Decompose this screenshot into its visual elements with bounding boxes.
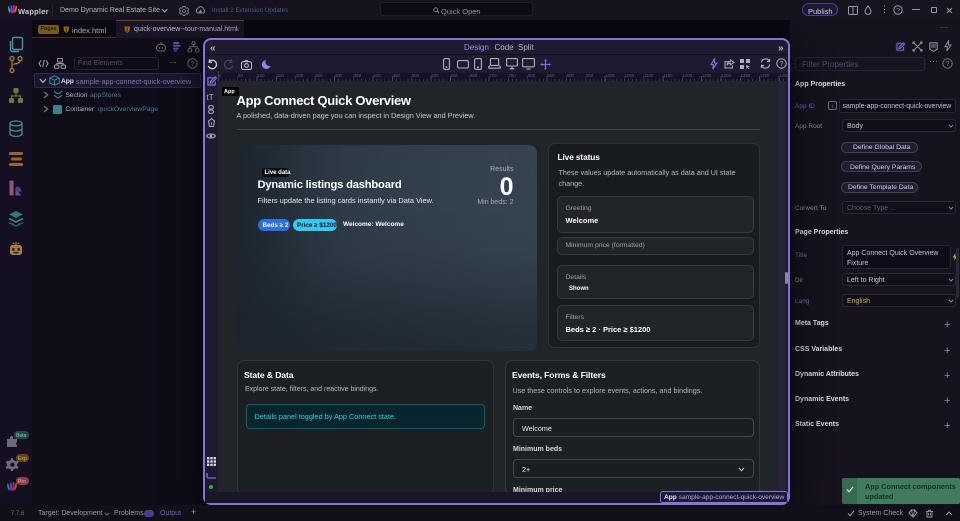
svg-text:?: ? — [946, 61, 950, 68]
svg-text:?: ? — [191, 61, 195, 68]
svg-text:?: ? — [780, 61, 784, 68]
svg-text:?: ? — [896, 7, 900, 14]
svg-text:i: i — [832, 104, 834, 110]
